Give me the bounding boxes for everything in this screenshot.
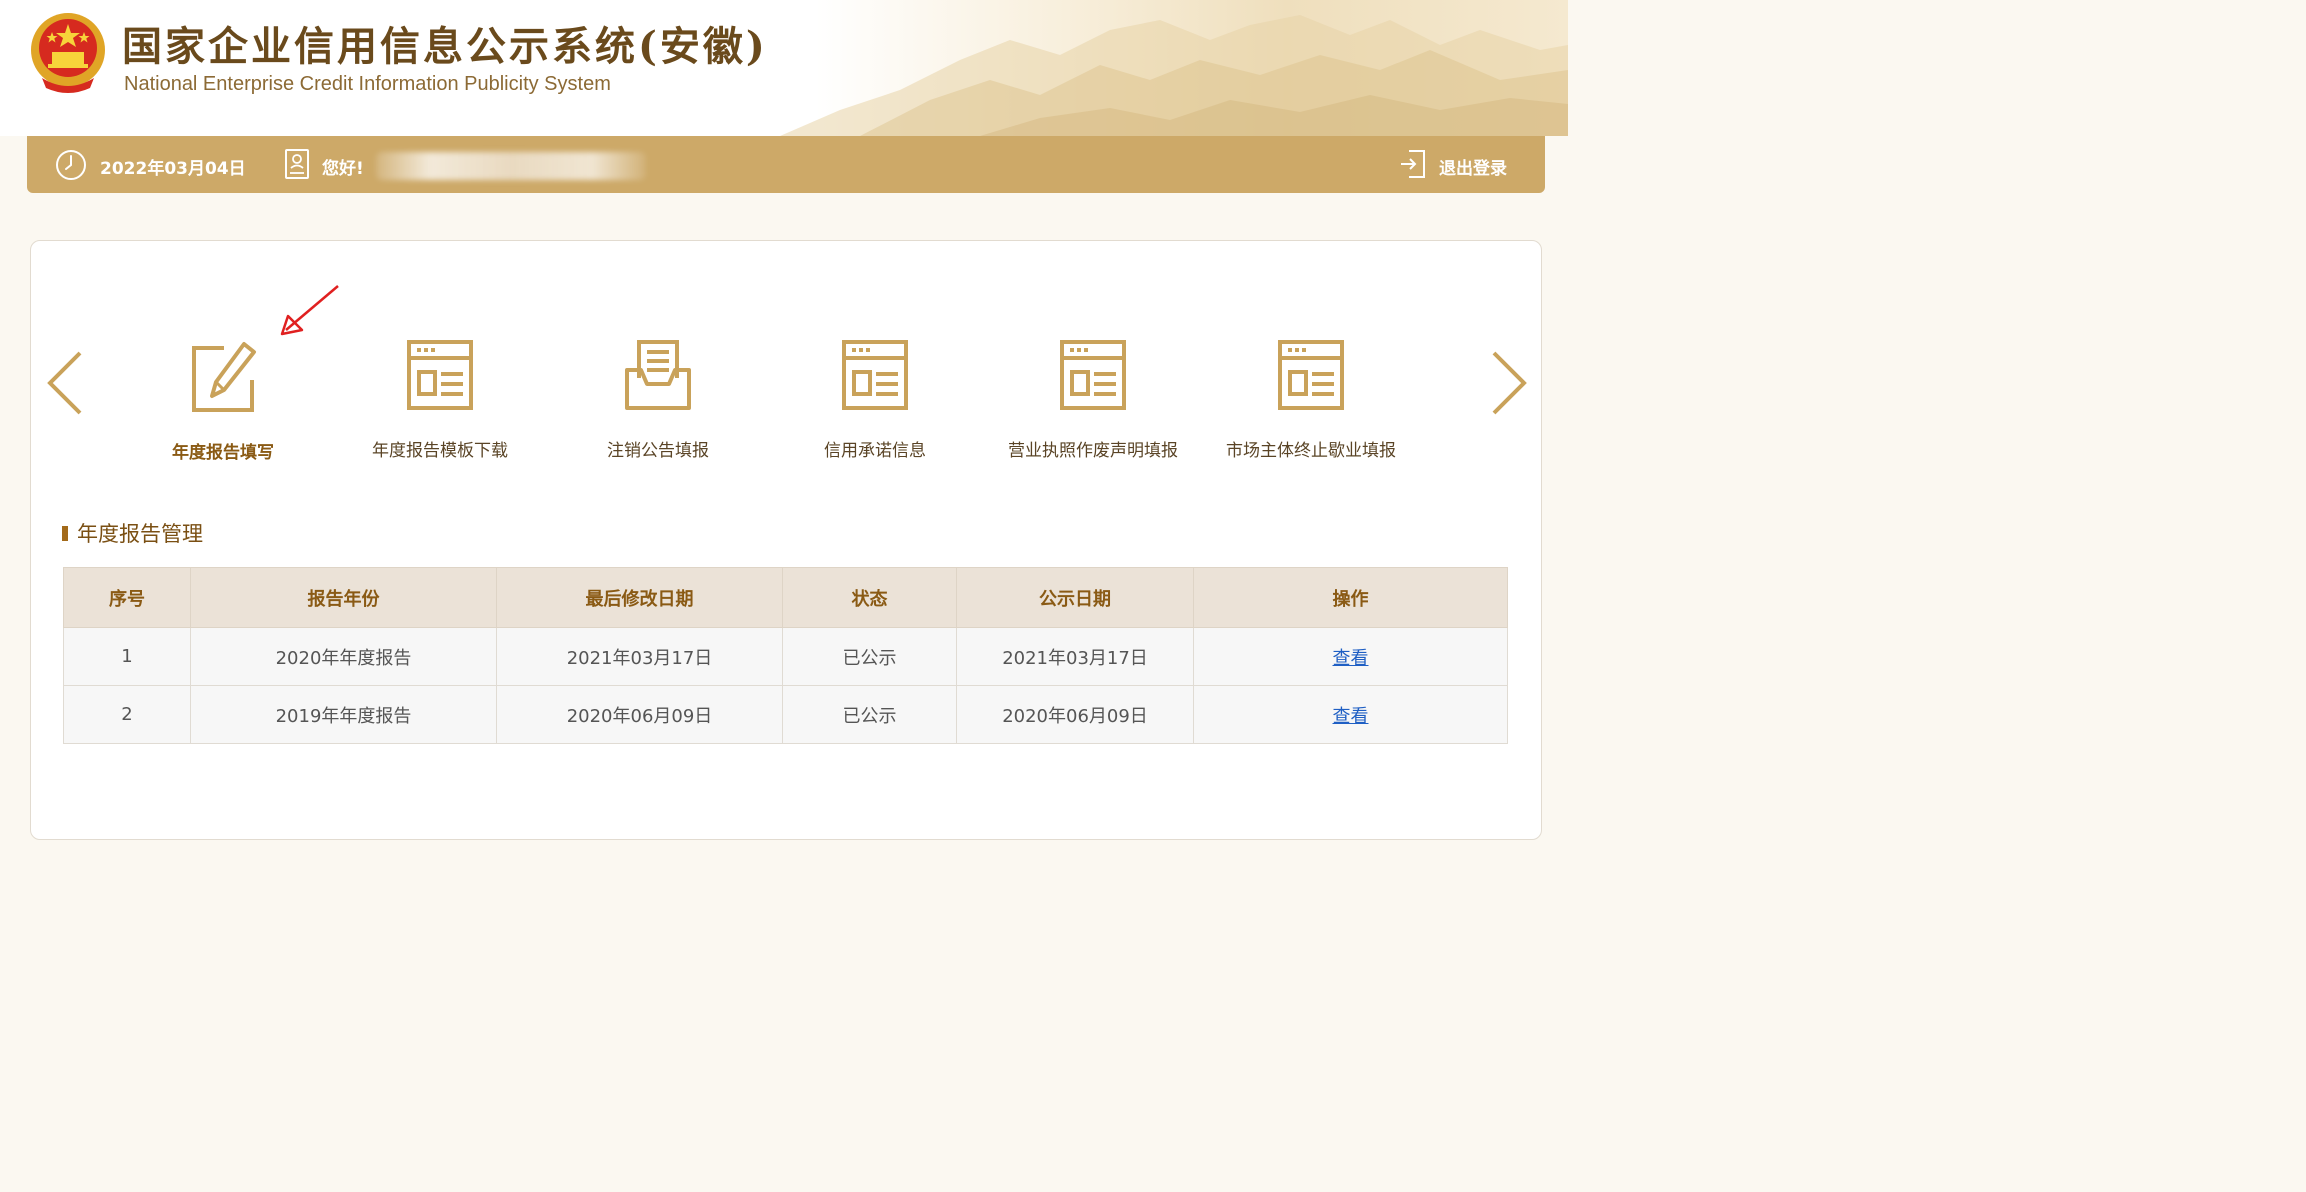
func-label: 年度报告填写 (172, 443, 274, 463)
cell-status: 已公示 (782, 685, 957, 744)
template-doc-icon (407, 340, 473, 410)
site-title-cn: 国家企业信用信息公示系统(安徽) (122, 23, 768, 70)
current-date: 2022年03月04日 (100, 159, 246, 179)
cell-action: 查看 (1193, 685, 1508, 744)
edit-document-icon (192, 342, 256, 412)
func-credit-commitment[interactable]: 信用承诺信息 (775, 340, 975, 470)
func-label: 营业执照作废声明填报 (1008, 441, 1178, 461)
cell-publish-date: 2021年03月17日 (956, 627, 1194, 686)
logout-button[interactable]: 退出登录 (1399, 136, 1519, 193)
view-link[interactable]: 查看 (1333, 648, 1369, 669)
cell-last-modified: 2021年03月17日 (496, 627, 783, 686)
func-label: 注销公告填报 (607, 441, 709, 461)
table-row: 1 2020年年度报告 2021年03月17日 已公示 2021年03月17日 … (63, 627, 1508, 686)
main-panel (30, 240, 1542, 840)
cell-status: 已公示 (782, 627, 957, 686)
cell-index: 2 (63, 685, 191, 744)
annual-report-table: 序号 报告年份 最后修改日期 状态 公示日期 操作 1 2020年年度报告 20… (63, 567, 1508, 744)
func-template-download[interactable]: 年度报告模板下载 (340, 340, 540, 470)
cell-last-modified: 2020年06月09日 (496, 685, 783, 744)
view-link[interactable]: 查看 (1333, 706, 1369, 727)
col-header-last-modified: 最后修改日期 (496, 567, 783, 628)
logout-label: 退出登录 (1439, 159, 1507, 179)
mountain-landscape-background (780, 15, 1568, 136)
table-row: 2 2019年年度报告 2020年06月09日 已公示 2020年06月09日 … (63, 685, 1508, 744)
template-doc-icon (842, 340, 908, 410)
blurred-username (376, 152, 646, 180)
cell-report-year: 2020年年度报告 (190, 627, 497, 686)
section-title: 年度报告管理 (62, 518, 203, 548)
col-header-report-year: 报告年份 (190, 567, 497, 628)
cell-publish-date: 2020年06月09日 (956, 685, 1194, 744)
section-marker (62, 525, 68, 541)
col-header-index: 序号 (63, 567, 191, 628)
cell-report-year: 2019年年度报告 (190, 685, 497, 744)
func-label: 市场主体终止歇业填报 (1226, 441, 1396, 461)
clock-icon (56, 150, 86, 180)
inbox-document-icon (625, 340, 691, 410)
user-card-icon (285, 149, 309, 179)
func-annual-report-fill[interactable]: 年度报告填写 (123, 340, 323, 470)
func-label: 信用承诺信息 (824, 441, 926, 461)
func-cancellation-notice[interactable]: 注销公告填报 (558, 340, 758, 470)
section-title-text: 年度报告管理 (77, 522, 203, 546)
col-header-status: 状态 (782, 567, 957, 628)
national-emblem-icon (31, 13, 105, 93)
func-label: 年度报告模板下载 (372, 441, 508, 461)
user-bar: 2022年03月04日 您好! 退出登录 (27, 136, 1545, 193)
cell-index: 1 (63, 627, 191, 686)
func-business-suspension[interactable]: 市场主体终止歇业填报 (1211, 340, 1411, 470)
template-doc-icon (1278, 340, 1344, 410)
col-header-action: 操作 (1193, 567, 1508, 628)
logout-icon (1401, 150, 1425, 178)
carousel-next-arrow[interactable] (1490, 350, 1530, 416)
greeting-text: 您好! (322, 159, 364, 179)
func-license-void-statement[interactable]: 营业执照作废声明填报 (993, 340, 1193, 470)
site-title-en: National Enterprise Credit Information P… (124, 73, 611, 95)
table-header-row: 序号 报告年份 最后修改日期 状态 公示日期 操作 (63, 567, 1508, 628)
col-header-publish-date: 公示日期 (956, 567, 1194, 628)
template-doc-icon (1060, 340, 1126, 410)
carousel-prev-arrow[interactable] (44, 350, 84, 416)
cell-action: 查看 (1193, 627, 1508, 686)
site-header: 国家企业信用信息公示系统(安徽) National Enterprise Cre… (0, 0, 1568, 136)
red-annotation-arrow (280, 285, 339, 336)
